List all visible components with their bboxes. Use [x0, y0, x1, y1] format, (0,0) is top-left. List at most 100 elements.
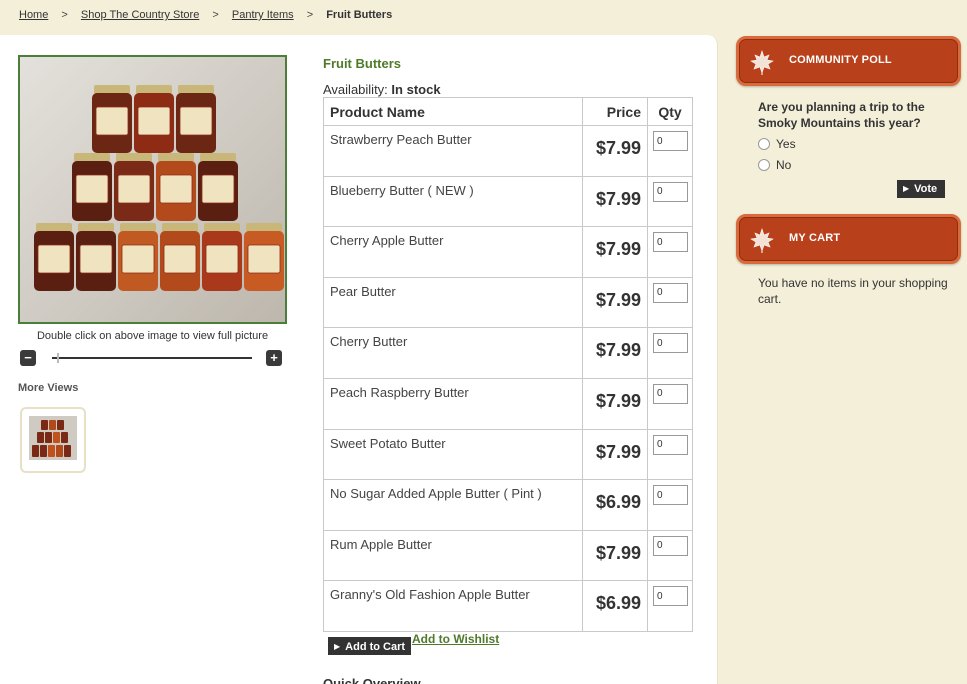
product-price: $7.99	[582, 428, 648, 481]
qty-input[interactable]	[653, 485, 688, 506]
poll-option-no[interactable]: No	[758, 158, 791, 172]
radio-button[interactable]	[758, 159, 770, 171]
play-arrow-icon: ▶	[903, 184, 910, 193]
vote-label: Vote	[914, 183, 938, 195]
product-image[interactable]	[18, 55, 287, 324]
table-row: Cherry Apple Butter $7.99	[323, 226, 693, 278]
community-poll-header: COMMUNITY POLL	[736, 36, 961, 86]
add-to-wishlist-link[interactable]: Add to Wishlist	[412, 632, 499, 646]
add-to-cart-label: Add to Cart	[345, 641, 406, 653]
qty-input[interactable]	[653, 181, 688, 202]
jar-lid	[36, 223, 72, 232]
header-product-name: Product Name	[323, 97, 583, 126]
my-cart-header: MY CART	[736, 214, 961, 264]
product-title: Fruit Butters	[323, 56, 401, 71]
availability-value: In stock	[391, 82, 441, 97]
image-caption: Double click on above image to view full…	[36, 330, 269, 342]
jar-lid	[116, 153, 152, 162]
vote-button[interactable]: ▶ Vote	[897, 180, 946, 198]
zoom-slider-track[interactable]	[52, 357, 252, 359]
table-row: Strawberry Peach Butter $7.99	[323, 125, 693, 177]
qty-input[interactable]	[653, 434, 688, 455]
jar-lid	[204, 223, 240, 232]
product-price: $7.99	[582, 327, 648, 379]
jar-lid	[162, 223, 198, 232]
jar-label	[201, 174, 235, 204]
zoom-control: − +	[20, 350, 284, 366]
breadcrumb-home-link[interactable]: Home	[19, 9, 48, 21]
qty-input[interactable]	[653, 333, 688, 354]
product-name: Blueberry Butter ( NEW )	[323, 175, 583, 228]
table-row: Rum Apple Butter $7.99	[323, 529, 693, 582]
availability: Availability: In stock	[323, 82, 441, 97]
jar-lid	[94, 85, 130, 94]
jar-label	[179, 106, 213, 136]
qty-cell	[647, 226, 693, 278]
product-price: $7.99	[582, 529, 648, 582]
jar-label	[247, 244, 281, 274]
jar-label	[159, 174, 193, 204]
more-views-heading: More Views	[18, 382, 79, 394]
jar-label	[205, 244, 239, 274]
product-name: Strawberry Peach Butter	[323, 125, 583, 177]
poll-option-label: No	[776, 158, 792, 172]
breadcrumb-current: Fruit Butters	[326, 9, 393, 21]
qty-cell	[647, 377, 693, 430]
jar-label	[121, 244, 155, 274]
availability-label: Availability:	[323, 82, 388, 97]
table-header-row: Product Name Price Qty	[323, 97, 693, 126]
product-name: Peach Raspberry Butter	[323, 377, 583, 430]
play-arrow-icon: ▶	[334, 642, 341, 651]
qty-input[interactable]	[653, 383, 688, 404]
jar-label	[117, 174, 151, 204]
poll-option-yes[interactable]: Yes	[758, 137, 796, 151]
product-name: No Sugar Added Apple Butter ( Pint )	[323, 479, 583, 531]
table-row: Granny's Old Fashion Apple Butter $6.99	[323, 580, 693, 632]
qty-cell	[647, 327, 693, 379]
poll-option-label: Yes	[776, 137, 796, 151]
jars-photo	[20, 57, 285, 322]
qty-cell	[647, 125, 693, 177]
jar-lid	[136, 85, 172, 94]
jar-label	[79, 244, 113, 274]
table-row: Pear Butter $7.99	[323, 276, 693, 329]
jar-lid	[178, 85, 214, 94]
breadcrumb-separator: >	[306, 9, 314, 21]
breadcrumb-pantry-items-link[interactable]: Pantry Items	[232, 9, 294, 21]
add-to-cart-button[interactable]: ▶ Add to Cart	[328, 637, 412, 655]
jar-label	[75, 174, 109, 204]
qty-input[interactable]	[653, 131, 688, 151]
jar-label	[95, 106, 129, 136]
radio-button[interactable]	[758, 138, 770, 150]
product-price: $6.99	[582, 580, 648, 632]
jar-lid	[246, 223, 282, 232]
product-price: $7.99	[582, 125, 648, 177]
quick-overview-heading: Quick Overview	[323, 676, 421, 684]
breadcrumb: Home > Shop The Country Store > Pantry I…	[19, 9, 392, 21]
qty-cell	[647, 428, 693, 481]
thumbnail-image	[29, 416, 77, 460]
product-name: Granny's Old Fashion Apple Butter	[323, 580, 583, 632]
breadcrumb-separator: >	[61, 9, 68, 21]
zoom-in-button[interactable]: +	[266, 350, 282, 366]
qty-input[interactable]	[653, 535, 688, 556]
poll-question: Are you planning a trip to the Smoky Mou…	[758, 100, 925, 130]
jar-lid	[78, 223, 114, 232]
qty-cell	[647, 175, 693, 228]
product-price: $6.99	[582, 479, 648, 531]
jar-label	[163, 244, 197, 274]
qty-input[interactable]	[653, 586, 688, 607]
qty-cell	[647, 529, 693, 582]
more-views-thumbnail[interactable]	[20, 407, 86, 473]
qty-cell	[647, 580, 693, 632]
zoom-out-button[interactable]: −	[20, 350, 36, 366]
maple-leaf-icon	[750, 50, 774, 75]
product-price: $7.99	[582, 226, 648, 278]
product-table: Product Name Price Qty Strawberry Peach …	[323, 97, 693, 632]
zoom-slider-handle[interactable]	[57, 353, 59, 363]
jar-lid	[158, 153, 194, 162]
qty-input[interactable]	[653, 282, 688, 303]
breadcrumb-country-store-link[interactable]: Shop The Country Store	[81, 9, 199, 21]
jar-label	[37, 244, 71, 274]
qty-input[interactable]	[653, 232, 688, 253]
